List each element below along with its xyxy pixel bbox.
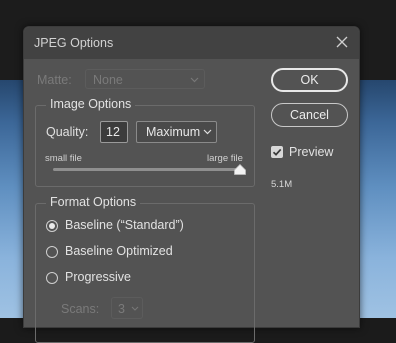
- quality-slider-thumb[interactable]: [234, 164, 246, 175]
- dialog-title: JPEG Options: [34, 36, 114, 50]
- baseline-standard-label[interactable]: Baseline (“Standard”): [65, 218, 184, 232]
- close-icon: [336, 36, 348, 48]
- image-options-group: Image Options: [35, 97, 255, 187]
- chevron-down-icon: [203, 129, 212, 135]
- baseline-optimized-label[interactable]: Baseline Optimized: [65, 244, 173, 258]
- jpeg-options-dialog: JPEG Options Matte: None Image Options Q…: [23, 26, 360, 343]
- slider-thumb-icon: [234, 164, 246, 175]
- radio-progressive[interactable]: [46, 272, 58, 284]
- progressive-label[interactable]: Progressive: [65, 270, 131, 284]
- radio-baseline-standard[interactable]: [46, 220, 58, 232]
- radio-baseline-optimized[interactable]: [46, 246, 58, 258]
- format-options-title: Format Options: [46, 195, 141, 209]
- close-button[interactable]: [334, 34, 350, 50]
- matte-value: None: [93, 73, 123, 87]
- image-options-title: Image Options: [46, 97, 136, 111]
- scans-value: 3: [118, 302, 125, 316]
- preview-label[interactable]: Preview: [289, 145, 333, 159]
- quality-preset-select[interactable]: Maximum: [136, 121, 217, 143]
- quality-input[interactable]: 12: [100, 121, 128, 143]
- quality-preset-value: Maximum: [146, 125, 201, 139]
- large-file-label: large file: [207, 153, 243, 164]
- chevron-down-icon: [190, 77, 199, 83]
- chevron-down-icon: [131, 306, 139, 311]
- title-bar: JPEG Options: [24, 27, 359, 59]
- cancel-button[interactable]: Cancel: [271, 103, 348, 127]
- checkmark-icon: [272, 148, 282, 156]
- ok-button[interactable]: OK: [271, 68, 348, 92]
- file-size-readout: 5.1M: [271, 179, 293, 190]
- small-file-label: small file: [45, 153, 82, 164]
- scans-select[interactable]: 3: [111, 297, 143, 319]
- preview-checkbox[interactable]: [271, 146, 283, 158]
- quality-label: Quality:: [46, 125, 89, 139]
- matte-label: Matte:: [37, 73, 72, 87]
- scans-label: Scans:: [61, 302, 100, 316]
- matte-select[interactable]: None: [85, 69, 205, 89]
- quality-slider-track[interactable]: [53, 168, 240, 171]
- radio-selected-dot: [49, 223, 55, 229]
